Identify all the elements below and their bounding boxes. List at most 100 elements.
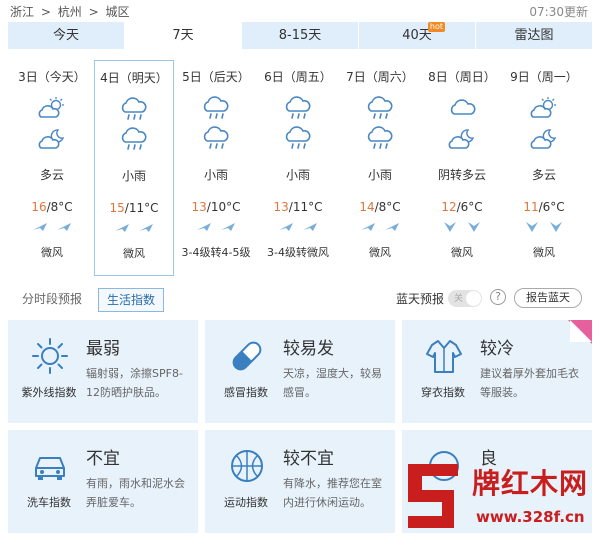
forecast-date: 3日（今天） bbox=[18, 70, 86, 84]
report-bluesky-button[interactable]: 报告蓝天 bbox=[514, 288, 582, 308]
forecast-day[interactable]: 7日（周六） 小雨 14/8°C 微风 bbox=[340, 60, 420, 274]
rain-icon bbox=[285, 96, 311, 119]
index-level: 较不宜 bbox=[283, 449, 334, 469]
index-description: 建议着厚外套加毛衣等服装。 bbox=[480, 367, 579, 399]
watermark-url: www.328f.cn bbox=[476, 508, 585, 526]
forecast-day[interactable]: 4日（明天） 小雨 15/11°C 微风 bbox=[94, 60, 174, 276]
night-weather bbox=[504, 124, 584, 154]
wind-level: 微风 bbox=[41, 246, 63, 259]
index-level: 较冷 bbox=[480, 339, 514, 359]
index-label: 运动指数 bbox=[224, 496, 268, 509]
wind-direction-icon bbox=[279, 223, 293, 231]
wind-direction-icon bbox=[33, 223, 47, 231]
wind-direction-icon bbox=[221, 223, 235, 231]
weather-description: 多云 bbox=[39, 168, 64, 182]
breadcrumb-city[interactable]: 杭州 bbox=[58, 5, 82, 19]
temperature-high: 11 bbox=[523, 200, 539, 214]
day-weather bbox=[258, 94, 338, 124]
partly-cloudy-night-icon bbox=[38, 129, 65, 149]
index-level: 不宜 bbox=[86, 449, 120, 469]
ball-icon bbox=[219, 444, 275, 488]
index-card-uv[interactable]: 紫外线指数 最弱 辐射弱，涂擦SPF8-12防晒护肤品。 bbox=[8, 320, 198, 423]
index-level: 最弱 bbox=[86, 339, 120, 359]
rain-icon bbox=[285, 126, 311, 149]
tab-7-days[interactable]: 7天 bbox=[125, 22, 242, 49]
tab-8-15-days[interactable]: 8-15天 bbox=[242, 22, 359, 49]
temperature-high: 12 bbox=[441, 200, 457, 214]
forecast-tabs: 今天 7天 8-15天 40天 hot 雷达图 bbox=[8, 22, 592, 49]
tab-radar[interactable]: 雷达图 bbox=[476, 22, 592, 49]
temperature-low: /8°C bbox=[374, 200, 401, 214]
wind-direction-icon bbox=[303, 223, 317, 231]
forecast-day[interactable]: 9日（周一） 多云 11/6°C 微风 bbox=[504, 60, 584, 274]
wind-level: 3-4级转微风 bbox=[267, 246, 329, 259]
index-description: 有雨，雨水和泥水会弄脏爱车。 bbox=[86, 477, 185, 509]
wind-direction-icon bbox=[361, 223, 375, 231]
wind-icons bbox=[12, 220, 92, 238]
forecast-day[interactable]: 8日（周日） 阴转多云 12/6°C 微风 bbox=[422, 60, 502, 274]
clothes-icon bbox=[416, 334, 472, 378]
night-weather bbox=[258, 124, 338, 154]
watermark-brand: 牌红木网 bbox=[472, 467, 589, 500]
breadcrumb: 浙江 > 杭州 > 城区 bbox=[10, 3, 132, 20]
weather-description: 小雨 bbox=[203, 168, 228, 182]
tab-today[interactable]: 今天 bbox=[8, 22, 125, 49]
sun-uv-icon bbox=[22, 334, 78, 378]
tab-40-days[interactable]: 40天 hot bbox=[359, 22, 476, 49]
night-weather bbox=[95, 125, 173, 155]
index-card-cold[interactable]: 感冒指数 较易发 天凉，湿度大，较易感冒。 bbox=[205, 320, 395, 423]
wind-direction-icon bbox=[550, 222, 562, 232]
partly-cloudy-night-icon bbox=[530, 129, 557, 149]
wind-icons bbox=[176, 220, 256, 238]
index-card-sport[interactable]: 运动指数 较不宜 有降水，推荐您在室内进行休闲运动。 bbox=[205, 430, 395, 533]
tab-hourly-forecast[interactable]: 分时段预报 bbox=[22, 288, 82, 310]
temperature-range: 16/8°C bbox=[12, 200, 92, 214]
wind-direction-icon bbox=[444, 222, 456, 232]
wind-level: 微风 bbox=[369, 246, 391, 259]
toggle-knob bbox=[466, 291, 481, 306]
index-card-clothing[interactable]: 穿衣指数 较冷 建议着厚外套加毛衣等服装。 bbox=[402, 320, 592, 423]
temperature-low: /6°C bbox=[538, 200, 565, 214]
breadcrumb-province[interactable]: 浙江 bbox=[10, 5, 34, 19]
forecast-day[interactable]: 6日（周五） 小雨 13/11°C 3-4级转微风 bbox=[258, 60, 338, 274]
wind-level: 微风 bbox=[123, 247, 145, 260]
breadcrumb-separator: > bbox=[40, 5, 51, 19]
forecast-day[interactable]: 5日（后天） 小雨 13/10°C 3-4级转4-5级 bbox=[176, 60, 256, 274]
temperature-low: /11°C bbox=[288, 200, 323, 214]
day-weather bbox=[95, 95, 173, 125]
toggle-state: 关 bbox=[454, 294, 464, 304]
wind-direction-icon bbox=[57, 223, 71, 231]
index-label: 感冒指数 bbox=[224, 386, 268, 399]
temperature-low: /8°C bbox=[46, 200, 73, 214]
bluesky-toggle[interactable]: 关 bbox=[448, 290, 482, 307]
cloudy-icon bbox=[450, 99, 476, 115]
watermark-logo-icon bbox=[408, 464, 458, 528]
weather-description: 小雨 bbox=[367, 168, 392, 182]
seven-day-forecast: 3日（今天） 多云 16/8°C 微风 4日（明天） 小雨 15/11°C 微风 5日（后天） 小… bbox=[12, 60, 586, 278]
help-icon[interactable]: ? bbox=[490, 289, 506, 305]
weather-description: 多云 bbox=[531, 168, 556, 182]
temperature-range: 14/8°C bbox=[340, 200, 420, 214]
forecast-day[interactable]: 3日（今天） 多云 16/8°C 微风 bbox=[12, 60, 92, 274]
index-label: 紫外线指数 bbox=[21, 386, 77, 399]
tab-life-index[interactable]: 生活指数 bbox=[98, 288, 165, 312]
temperature-range: 13/10°C bbox=[176, 200, 256, 214]
pill-icon bbox=[219, 334, 275, 378]
watermark: 牌红木网 www.328f.cn bbox=[398, 456, 600, 539]
temperature-high: 13 bbox=[273, 200, 289, 214]
partly-cloudy-icon bbox=[38, 97, 64, 118]
night-weather bbox=[176, 124, 256, 154]
forecast-date: 4日（明天） bbox=[100, 71, 168, 85]
index-label: 穿衣指数 bbox=[421, 386, 465, 399]
day-weather bbox=[340, 94, 420, 124]
wind-level: 3-4级转4-5级 bbox=[181, 246, 251, 259]
index-description: 天凉，湿度大，较易感冒。 bbox=[283, 367, 382, 399]
day-weather bbox=[504, 94, 584, 124]
forecast-date: 8日（周日） bbox=[428, 70, 496, 84]
temperature-low: /11°C bbox=[124, 201, 159, 215]
index-card-car-wash[interactable]: 洗车指数 不宜 有雨，雨水和泥水会弄脏爱车。 bbox=[8, 430, 198, 533]
partly-cloudy-night-icon bbox=[448, 129, 475, 149]
index-description: 有降水，推荐您在室内进行休闲运动。 bbox=[283, 477, 382, 509]
update-time: 07:30更新 bbox=[529, 5, 588, 19]
wind-icons bbox=[422, 220, 502, 238]
